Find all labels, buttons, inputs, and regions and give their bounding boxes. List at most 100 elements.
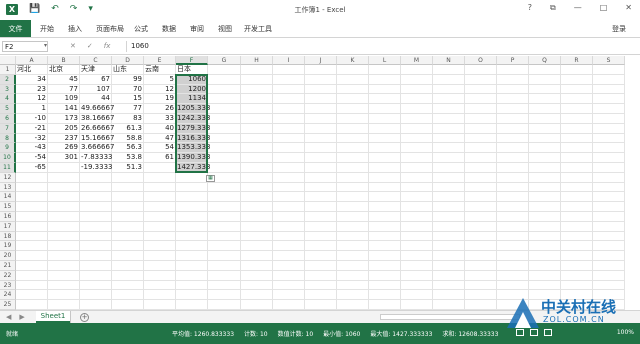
grid-cell[interactable] — [401, 231, 433, 242]
grid-cell[interactable] — [176, 280, 208, 291]
grid-cell[interactable] — [208, 94, 241, 105]
grid-cell[interactable] — [497, 241, 529, 252]
grid-cell[interactable]: 北京 — [48, 65, 80, 75]
grid-cell[interactable]: 53.8 — [112, 153, 144, 163]
grid-cell[interactable] — [433, 182, 465, 193]
grid-cell[interactable] — [273, 123, 305, 134]
grid-cell[interactable] — [497, 290, 529, 301]
grid-cell[interactable] — [208, 241, 241, 252]
grid-cell[interactable] — [337, 221, 369, 232]
grid-cell[interactable]: 83 — [112, 114, 144, 124]
grid-cell[interactable] — [144, 270, 176, 281]
grid-cell[interactable] — [497, 192, 529, 203]
grid-cell[interactable] — [433, 202, 465, 212]
grid-cell[interactable] — [144, 221, 176, 232]
grid-cell[interactable] — [593, 280, 625, 291]
grid-cell[interactable] — [305, 241, 337, 252]
column-header[interactable]: C — [80, 56, 112, 65]
grid-cell[interactable] — [208, 280, 241, 291]
grid-cell[interactable] — [48, 202, 80, 212]
grid-cell[interactable] — [465, 153, 497, 163]
grid-cell[interactable]: 109 — [48, 94, 80, 105]
grid-cell[interactable] — [465, 192, 497, 203]
grid-cell[interactable] — [369, 74, 401, 85]
grid-cell[interactable] — [529, 251, 561, 261]
grid-cell[interactable] — [593, 251, 625, 261]
grid-cell[interactable] — [144, 251, 176, 261]
grid-cell[interactable] — [529, 202, 561, 212]
grid-cell[interactable] — [401, 280, 433, 291]
row-header[interactable]: 3 — [0, 84, 16, 95]
grid-cell[interactable] — [208, 133, 241, 144]
row-header[interactable]: 9 — [0, 143, 16, 154]
grid-cell[interactable] — [593, 94, 625, 105]
grid-cell[interactable] — [337, 290, 369, 301]
row-header[interactable]: 7 — [0, 123, 16, 134]
formula-input[interactable]: 1060 — [126, 41, 636, 52]
grid-cell[interactable]: 301 — [48, 153, 80, 163]
grid-cell[interactable] — [305, 133, 337, 144]
grid-cell[interactable]: -21 — [16, 123, 48, 134]
grid-cell[interactable] — [529, 153, 561, 163]
grid-cell[interactable]: 15.16667 — [80, 133, 114, 144]
grid-cell[interactable] — [401, 172, 433, 183]
grid-cell[interactable]: 44 — [80, 94, 112, 105]
grid-cell[interactable] — [305, 192, 337, 203]
grid-cell[interactable] — [208, 221, 241, 232]
close-icon[interactable]: ✕ — [625, 3, 632, 13]
row-header[interactable]: 1 — [0, 65, 16, 75]
grid-cell[interactable] — [497, 270, 529, 281]
grid-cell[interactable] — [80, 290, 112, 301]
grid-cell[interactable] — [433, 163, 465, 173]
grid-cell[interactable]: 45 — [48, 74, 80, 85]
row-header[interactable]: 14 — [0, 192, 16, 203]
tab-insert[interactable]: 插入 — [68, 24, 82, 34]
grid-cell[interactable] — [401, 221, 433, 232]
grid-cell[interactable] — [433, 133, 465, 144]
grid-cell[interactable] — [48, 251, 80, 261]
grid-cell[interactable] — [208, 290, 241, 301]
column-header[interactable]: A — [16, 56, 48, 65]
grid-cell[interactable] — [529, 261, 561, 271]
grid-cell[interactable] — [497, 202, 529, 212]
grid-cell[interactable] — [273, 133, 305, 144]
grid-cell[interactable] — [48, 182, 80, 193]
grid-cell[interactable] — [208, 300, 241, 310]
grid-cell[interactable] — [433, 153, 465, 163]
grid-cell[interactable]: 38.16667 — [80, 114, 114, 124]
column-header[interactable]: R — [561, 56, 593, 65]
grid-cell[interactable] — [561, 65, 593, 75]
column-header[interactable]: S — [593, 56, 625, 65]
grid-cell[interactable] — [529, 123, 561, 134]
grid-cell[interactable] — [241, 192, 273, 203]
grid-cell[interactable] — [465, 221, 497, 232]
grid-cell[interactable] — [337, 143, 369, 154]
grid-cell[interactable] — [369, 241, 401, 252]
help-icon[interactable]: ? — [528, 3, 532, 13]
grid-cell[interactable] — [144, 192, 176, 203]
grid-cell[interactable] — [208, 74, 241, 85]
grid-cell[interactable] — [48, 300, 80, 310]
grid-cell[interactable] — [176, 290, 208, 301]
grid-cell[interactable] — [208, 202, 241, 212]
grid-cell[interactable] — [401, 133, 433, 144]
grid-cell[interactable] — [529, 231, 561, 242]
grid-cell[interactable] — [401, 143, 433, 154]
grid-cell[interactable] — [401, 94, 433, 105]
grid-cell[interactable] — [593, 123, 625, 134]
grid-cell[interactable] — [465, 212, 497, 222]
grid-cell[interactable] — [112, 270, 144, 281]
grid-cell[interactable]: 26 — [144, 104, 176, 114]
grid-cell[interactable] — [16, 182, 48, 193]
grid-cell[interactable]: 12 — [16, 94, 48, 105]
grid-cell[interactable] — [593, 192, 625, 203]
grid-cell[interactable] — [497, 163, 529, 173]
grid-cell[interactable] — [529, 280, 561, 291]
grid-cell[interactable] — [208, 270, 241, 281]
grid-cell[interactable] — [433, 300, 465, 310]
row-header[interactable]: 6 — [0, 114, 16, 124]
grid-cell[interactable] — [208, 143, 241, 154]
grid-cell[interactable]: 1427.333 — [176, 163, 210, 173]
grid-cell[interactable] — [369, 133, 401, 144]
grid-cell[interactable] — [369, 202, 401, 212]
